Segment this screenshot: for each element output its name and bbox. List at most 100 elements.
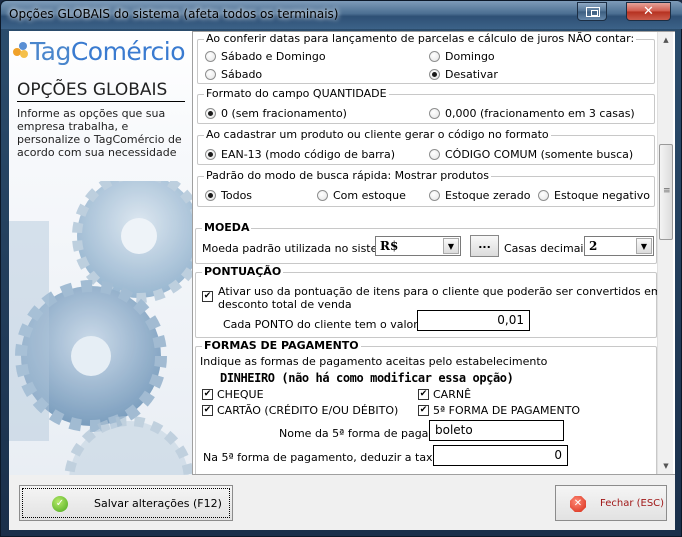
casas-decimais-select[interactable]: 2 ▼ xyxy=(584,236,654,256)
dialog-client-area: TagComércio OPÇÕES GLOBAIS Informe as op… xyxy=(9,31,675,530)
checkbox-5a-forma[interactable]: ✔ 5ª FORMA DE PAGAMENTO xyxy=(418,404,580,417)
radio-label: Domingo xyxy=(445,50,495,63)
check-icon: ✔ xyxy=(202,389,213,400)
gears-illustration xyxy=(9,181,192,475)
radio-icon xyxy=(205,69,216,80)
radio-icon xyxy=(429,190,440,201)
radio-domingo[interactable]: Domingo xyxy=(429,50,495,63)
moeda-select[interactable]: R$ ▼ xyxy=(375,236,461,256)
pontuacao-checkbox-label-2: desconto total de venda xyxy=(218,298,352,311)
logo-dots-icon xyxy=(13,42,29,58)
checkbox-label: CARTÃO (CRÉDITO E/OU DÉBITO) xyxy=(217,404,399,417)
radio-sabado[interactable]: Sábado xyxy=(205,68,262,81)
checkbox-carne[interactable]: ✔ CARNÊ xyxy=(418,388,471,401)
close-window-button[interactable]: ✕ xyxy=(626,2,671,21)
checkbox-label: CARNÊ xyxy=(433,388,472,401)
groupbox-juros-legend: Ao conferir datas para lançamento de par… xyxy=(206,32,635,45)
groupbox-moeda-legend: MOEDA xyxy=(204,221,250,234)
radio-selected-icon xyxy=(429,69,440,80)
radio-icon xyxy=(205,51,216,62)
checkbox-label: 5ª FORMA DE PAGAMENTO xyxy=(433,404,581,417)
radio-icon xyxy=(429,51,440,62)
check-icon: ✔ xyxy=(202,405,213,416)
moeda-select-value: R$ xyxy=(380,239,399,253)
dinheiro-label: DINHEIRO (não há como modificar essa opç… xyxy=(220,371,514,385)
valor-ponto-label: Cada PONTO do cliente tem o valor de xyxy=(223,318,436,331)
scroll-up-icon[interactable]: ▲ xyxy=(658,32,674,48)
logo-text-comercio: Comércio xyxy=(70,37,186,66)
radio-selected-icon xyxy=(205,149,216,160)
radio-sem-fracionamento[interactable]: 0 (sem fracionamento) xyxy=(205,107,347,120)
save-button[interactable]: ✓ Salvar alterações (F12) xyxy=(19,485,233,521)
radio-estoque-zerado[interactable]: Estoque zerado xyxy=(429,189,530,202)
radio-label: Sábado xyxy=(221,68,263,81)
stop-x-icon: ✕ xyxy=(570,496,586,512)
groupbox-codigo-legend: Ao cadastrar um produto ou cliente gerar… xyxy=(206,128,549,141)
nome-5a-forma-input[interactable]: boleto xyxy=(429,420,564,441)
check-circle-icon: ✓ xyxy=(52,496,68,512)
casas-decimais-label: Casas decimais: xyxy=(504,242,593,255)
taxa-5a-forma-input[interactable]: 0 xyxy=(433,445,568,466)
options-scroll-panel[interactable]: Ao conferir datas para lançamento de par… xyxy=(193,31,675,475)
grip-icon: ≡ xyxy=(663,186,671,196)
radio-icon xyxy=(429,108,440,119)
logo-text-tag: Tag xyxy=(30,37,71,66)
groupbox-busca-legend: Padrão do modo de busca rápida: Mostrar … xyxy=(206,169,489,182)
moeda-label: Moeda padrão utilizada no sistema: xyxy=(202,242,399,255)
page-heading: OPÇÕES GLOBAIS xyxy=(17,80,185,102)
radio-label: CÓDIGO COMUM (somente busca) xyxy=(445,148,634,161)
casas-decimais-value: 2 xyxy=(589,239,598,253)
check-icon: ✔ xyxy=(418,389,429,400)
radio-label: Sábado e Domingo xyxy=(221,50,326,63)
radio-sabado-domingo[interactable]: Sábado e Domingo xyxy=(205,50,326,63)
checkbox-ativar-pontuacao[interactable]: ✔ xyxy=(202,291,213,302)
radio-label: EAN-13 (modo código de barra) xyxy=(221,148,395,161)
radio-label: Desativar xyxy=(445,68,498,81)
checkbox-cheque[interactable]: ✔ CHEQUE xyxy=(202,388,264,401)
scroll-down-icon[interactable]: ▼ xyxy=(658,458,674,474)
valor-ponto-input[interactable]: 0,01 xyxy=(417,310,530,331)
scrollbar-thumb[interactable]: ≡ xyxy=(659,144,673,240)
pontuacao-checkbox-label-1: Ativar uso da pontuação de itens para o … xyxy=(218,285,662,298)
close-button[interactable]: ✕ Fechar (ESC) xyxy=(555,485,667,521)
groupbox-pagamento-legend: FORMAS DE PAGAMENTO xyxy=(204,339,359,352)
radio-todos[interactable]: Todos xyxy=(205,189,252,202)
radio-ean13[interactable]: EAN-13 (modo código de barra) xyxy=(205,148,395,161)
page-description: Informe as opções que sua empresa trabal… xyxy=(17,107,182,159)
left-info-panel: TagComércio OPÇÕES GLOBAIS Informe as op… xyxy=(9,31,193,475)
radio-selected-icon xyxy=(205,108,216,119)
radio-fracionamento-3-casas[interactable]: 0,000 (fracionamento em 3 casas) xyxy=(429,107,635,120)
radio-label: Estoque zerado xyxy=(445,189,531,202)
pagamento-intro: Indique as formas de pagamento aceitas p… xyxy=(200,355,548,368)
radio-estoque-negativo[interactable]: Estoque negativo xyxy=(538,189,650,202)
save-button-label: Salvar alterações (F12) xyxy=(94,497,222,510)
window-title: Opções GLOBAIS do sistema (afeta todos o… xyxy=(9,7,339,21)
restore-button[interactable] xyxy=(577,2,607,21)
moeda-more-button[interactable]: ... xyxy=(470,235,499,257)
radio-desativar[interactable]: Desativar xyxy=(429,68,498,81)
radio-label: 0,000 (fracionamento em 3 casas) xyxy=(445,107,635,120)
title-bar[interactable]: Opções GLOBAIS do sistema (afeta todos o… xyxy=(1,1,682,29)
chevron-down-icon[interactable]: ▼ xyxy=(636,238,652,254)
radio-codigo-comum[interactable]: CÓDIGO COMUM (somente busca) xyxy=(429,148,633,161)
close-button-label: Fechar (ESC) xyxy=(600,498,665,509)
radio-selected-icon xyxy=(205,190,216,201)
radio-label: Todos xyxy=(221,189,253,202)
radio-icon xyxy=(538,190,549,201)
restore-icon xyxy=(586,7,600,17)
radio-icon xyxy=(317,190,328,201)
radio-label: Com estoque xyxy=(333,189,406,202)
vertical-scrollbar[interactable]: ▲ ≡ ▼ xyxy=(657,32,673,474)
check-icon: ✔ xyxy=(418,405,429,416)
radio-label: 0 (sem fracionamento) xyxy=(221,107,347,120)
chevron-down-icon[interactable]: ▼ xyxy=(443,238,459,254)
check-icon: ✔ xyxy=(202,291,213,302)
groupbox-pontuacao-legend: PONTUAÇÃO xyxy=(204,265,282,278)
radio-icon xyxy=(429,149,440,160)
radio-label: Estoque negativo xyxy=(554,189,651,202)
tagcomercio-logo: TagComércio xyxy=(13,37,186,66)
checkbox-cartao[interactable]: ✔ CARTÃO (CRÉDITO E/OU DÉBITO) xyxy=(202,404,398,417)
radio-com-estoque[interactable]: Com estoque xyxy=(317,189,406,202)
checkbox-label: CHEQUE xyxy=(217,388,264,401)
close-icon: ✕ xyxy=(643,4,654,19)
